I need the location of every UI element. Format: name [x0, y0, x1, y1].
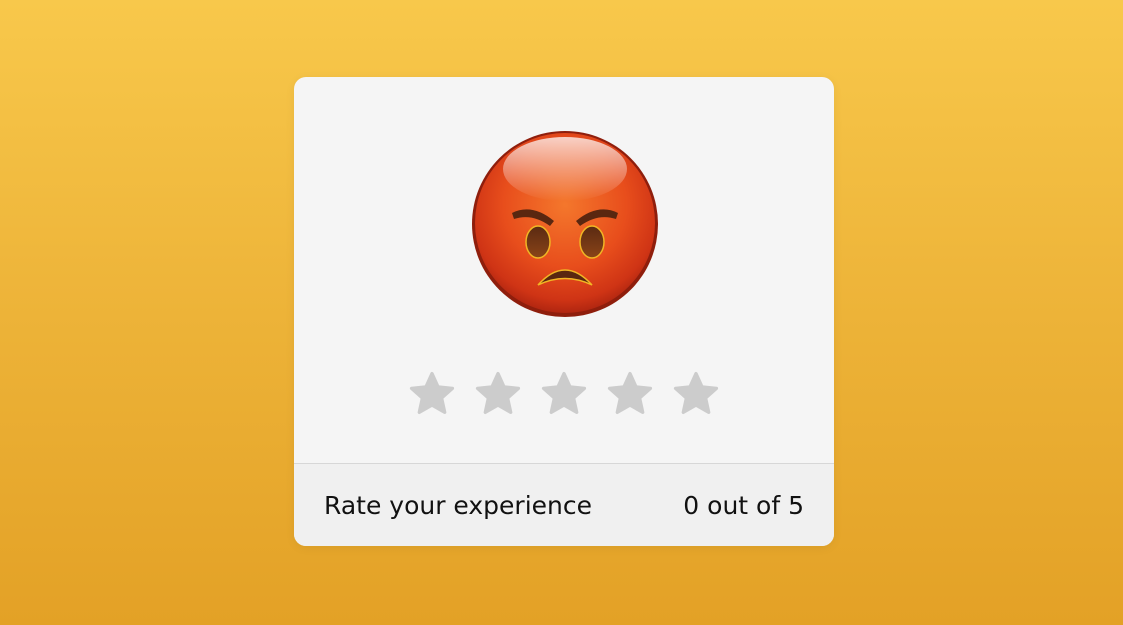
star-icon[interactable] — [538, 369, 590, 419]
angry-face-icon — [470, 129, 660, 319]
star-icon[interactable] — [604, 369, 656, 419]
star-rating — [406, 369, 722, 419]
rating-footer: Rate your experience 0 out of 5 — [294, 463, 834, 546]
rating-card: Rate your experience 0 out of 5 — [294, 77, 834, 546]
star-icon[interactable] — [670, 369, 722, 419]
rating-score-label: 0 out of 5 — [683, 490, 804, 520]
rating-prompt-label: Rate your experience — [324, 490, 592, 520]
star-icon[interactable] — [472, 369, 524, 419]
star-icon[interactable] — [406, 369, 458, 419]
